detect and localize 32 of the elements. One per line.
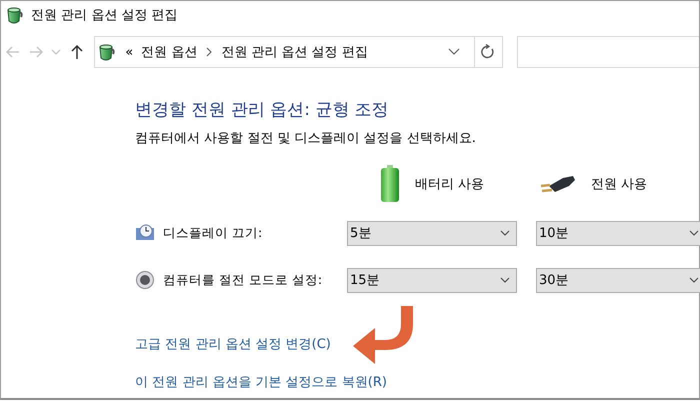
- page-description: 컴퓨터에서 사용할 절전 및 디스플레이 설정을 선택하세요.: [135, 130, 477, 147]
- chevron-down-icon: [689, 277, 699, 283]
- breadcrumb-overflow[interactable]: «: [125, 44, 134, 60]
- column-header: 배터리 사용: [415, 176, 484, 193]
- address-bar[interactable]: « 전원 옵션 전원 관리 옵션 설정 편집: [94, 36, 475, 68]
- time-dropdown[interactable]: 10분: [536, 220, 700, 246]
- time-dropdown[interactable]: 15분: [347, 268, 517, 292]
- refresh-button[interactable]: [474, 36, 504, 68]
- settings-link[interactable]: 고급 전원 관리 옵션 설정 변경(C): [135, 335, 331, 353]
- window-title: 전원 관리 옵션 설정 편집: [31, 7, 178, 24]
- chevron-down-icon: [51, 49, 62, 55]
- chevron-down-icon: [689, 230, 699, 236]
- time-dropdown[interactable]: 30분: [536, 268, 700, 292]
- column-header: 전원 사용: [591, 176, 648, 193]
- battery-icon: [379, 165, 401, 203]
- chevron-right-icon: [205, 47, 214, 57]
- curved-arrow: [353, 306, 413, 364]
- page-heading: 변경할 전원 관리 옵션: 균형 조정: [135, 99, 390, 121]
- time-dropdown[interactable]: 5분: [347, 220, 517, 246]
- breadcrumb-item[interactable]: 전원 옵션: [141, 43, 198, 61]
- power-options-icon: [97, 42, 118, 62]
- clock-monitor-icon: [135, 223, 155, 243]
- search-field[interactable]: [517, 36, 700, 68]
- settings-link[interactable]: 이 전원 관리 옵션을 기본 설정으로 복원(R): [135, 373, 387, 391]
- setting-label: 디스플레이 끄기:: [163, 224, 262, 242]
- chevron-down-icon: [500, 230, 510, 236]
- breadcrumb-item[interactable]: 전원 관리 옵션 설정 편집: [221, 43, 368, 61]
- power-options-icon: [5, 5, 25, 25]
- chevron-down-icon: [500, 277, 510, 283]
- refresh-icon: [480, 44, 496, 60]
- setting-label: 컴퓨터를 절전 모드로 설정:: [163, 272, 322, 288]
- dropdown-caret-icon: [448, 48, 460, 56]
